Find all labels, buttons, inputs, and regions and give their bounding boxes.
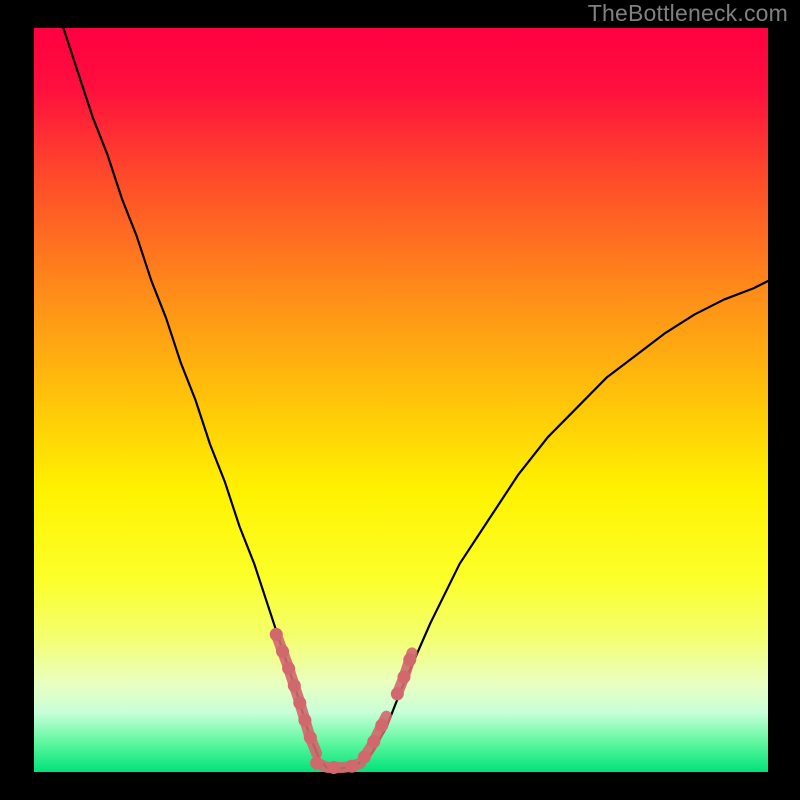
watermark-text: TheBottleneck.com xyxy=(588,0,788,27)
gradient-background xyxy=(34,28,768,772)
chart-frame: TheBottleneck.com xyxy=(0,0,800,800)
bottleneck-chart xyxy=(0,0,800,800)
